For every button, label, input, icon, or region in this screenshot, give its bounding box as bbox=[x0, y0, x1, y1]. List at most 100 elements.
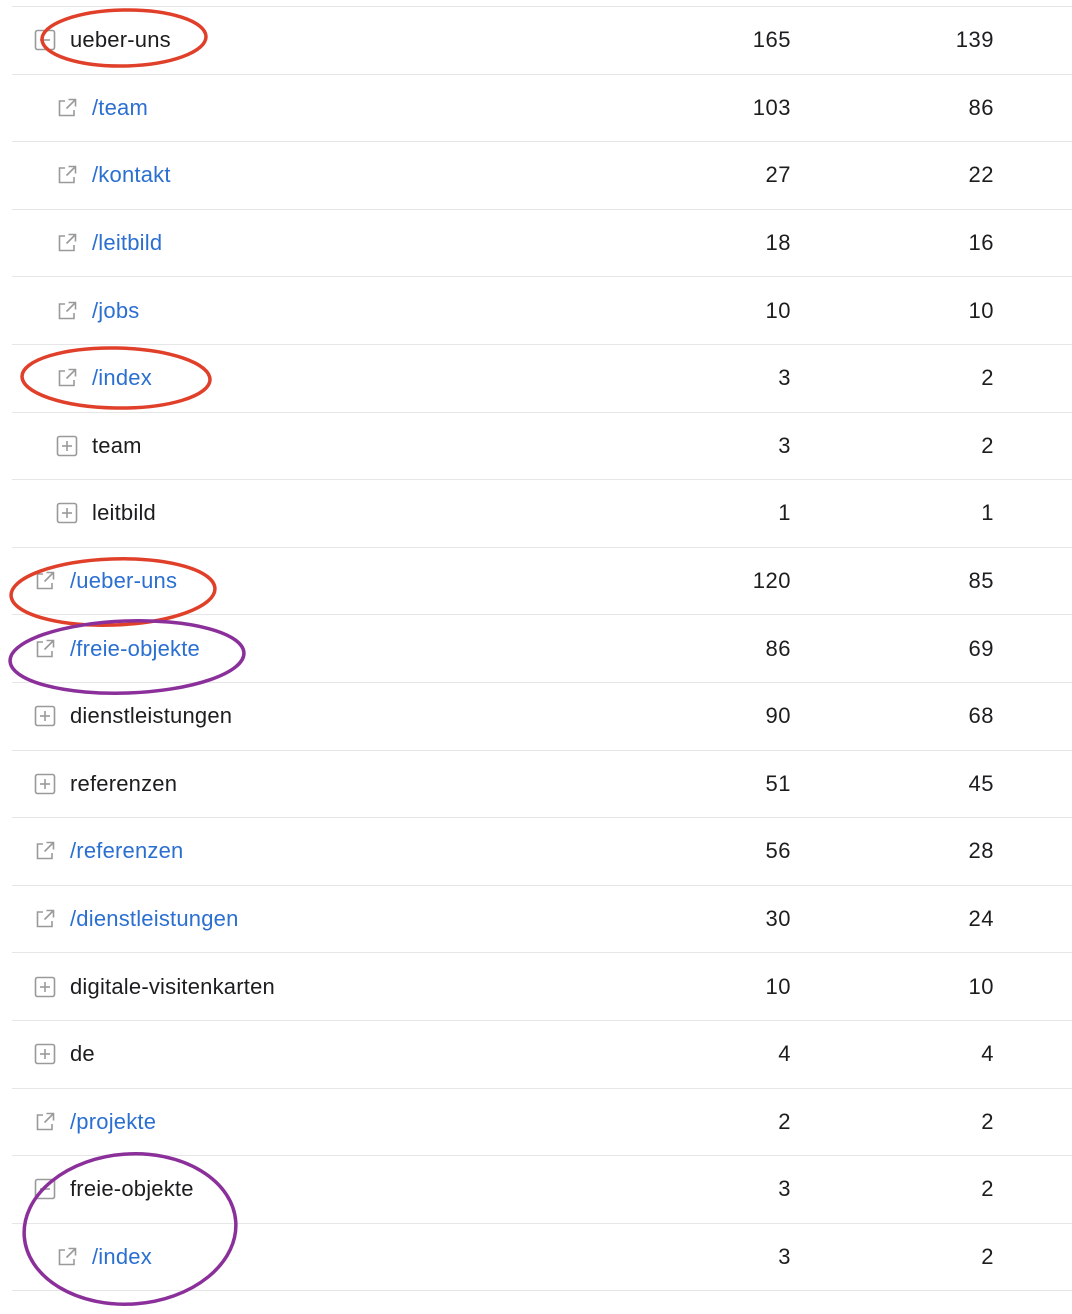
expand-icon[interactable] bbox=[34, 976, 56, 998]
row-value-1: 4 bbox=[778, 1041, 791, 1067]
table-row[interactable]: /freie-objekte 86 69 bbox=[12, 615, 1072, 683]
row-name[interactable]: /referenzen bbox=[34, 818, 184, 885]
row-link[interactable]: /index bbox=[92, 1244, 152, 1270]
table-row[interactable]: /kontakt 27 22 bbox=[12, 142, 1072, 210]
row-name[interactable]: /index bbox=[56, 345, 152, 412]
external-link-icon[interactable] bbox=[56, 232, 78, 254]
collapse-icon[interactable] bbox=[34, 1178, 56, 1200]
row-link[interactable]: /ueber-uns bbox=[70, 568, 177, 594]
row-value-2: 4 bbox=[981, 1041, 994, 1067]
table-row[interactable]: /projekte 2 2 bbox=[12, 1089, 1072, 1157]
row-name[interactable]: de bbox=[34, 1021, 95, 1088]
row-link[interactable]: /projekte bbox=[70, 1109, 156, 1135]
row-value-1: 30 bbox=[765, 906, 791, 932]
row-value-2: 69 bbox=[968, 635, 994, 661]
external-link-icon[interactable] bbox=[56, 300, 78, 322]
row-label[interactable]: team bbox=[92, 433, 142, 459]
row-value-2: 85 bbox=[968, 568, 994, 594]
table-row[interactable]: /leitbild 18 16 bbox=[12, 210, 1072, 278]
expand-icon[interactable] bbox=[34, 773, 56, 795]
row-value-2: 86 bbox=[968, 94, 994, 120]
external-link-icon[interactable] bbox=[56, 97, 78, 119]
row-name[interactable]: /jobs bbox=[56, 277, 139, 344]
row-value-2: 2 bbox=[981, 1176, 994, 1202]
expand-icon[interactable] bbox=[56, 435, 78, 457]
row-name[interactable]: leitbild bbox=[56, 480, 156, 547]
table-row[interactable]: /jobs 10 10 bbox=[12, 277, 1072, 345]
row-value-1: 51 bbox=[765, 770, 791, 796]
collapse-icon[interactable] bbox=[34, 29, 56, 51]
external-link-icon[interactable] bbox=[34, 908, 56, 930]
table-row[interactable]: de 4 4 bbox=[12, 1021, 1072, 1089]
row-name[interactable]: /freie-objekte bbox=[34, 615, 200, 682]
row-link[interactable]: /freie-objekte bbox=[70, 636, 200, 662]
table-row[interactable]: /dienstleistungen 30 24 bbox=[12, 886, 1072, 954]
table-row[interactable]: /referenzen 56 28 bbox=[12, 818, 1072, 886]
external-link-icon[interactable] bbox=[56, 1246, 78, 1268]
row-link[interactable]: /leitbild bbox=[92, 230, 162, 256]
row-value-1: 18 bbox=[765, 230, 791, 256]
table-row[interactable]: digitale-visitenkarten 10 10 bbox=[12, 953, 1072, 1021]
row-name[interactable]: /ueber-uns bbox=[34, 548, 177, 615]
table-row[interactable]: ueber-uns 165 139 bbox=[12, 7, 1072, 75]
row-name[interactable]: /index bbox=[56, 1224, 152, 1291]
row-name[interactable]: /dienstleistungen bbox=[34, 886, 239, 953]
row-value-1: 165 bbox=[752, 27, 791, 53]
row-value-2: 139 bbox=[955, 27, 994, 53]
table-row[interactable]: dienstleistungen 90 68 bbox=[12, 683, 1072, 751]
row-name[interactable]: /kontakt bbox=[56, 142, 171, 209]
row-label[interactable]: digitale-visitenkarten bbox=[70, 974, 275, 1000]
row-value-1: 56 bbox=[765, 838, 791, 864]
table-row[interactable]: team 3 2 bbox=[12, 413, 1072, 481]
expand-icon[interactable] bbox=[34, 705, 56, 727]
row-name[interactable]: /projekte bbox=[34, 1089, 156, 1156]
external-link-icon[interactable] bbox=[56, 164, 78, 186]
row-value-2: 1 bbox=[981, 500, 994, 526]
row-name[interactable]: /team bbox=[56, 75, 148, 142]
external-link-icon[interactable] bbox=[34, 638, 56, 660]
row-value-1: 3 bbox=[778, 1176, 791, 1202]
table-row[interactable]: /index 3 2 bbox=[12, 345, 1072, 413]
row-label[interactable]: leitbild bbox=[92, 500, 156, 526]
row-name[interactable]: freie-objekte bbox=[34, 1156, 194, 1223]
row-link[interactable]: /team bbox=[92, 95, 148, 121]
table-row[interactable]: freie-objekte 3 2 bbox=[12, 1156, 1072, 1224]
row-link[interactable]: /kontakt bbox=[92, 162, 171, 188]
expand-icon[interactable] bbox=[56, 502, 78, 524]
row-value-1: 120 bbox=[752, 568, 791, 594]
external-link-icon[interactable] bbox=[34, 840, 56, 862]
row-value-2: 24 bbox=[968, 906, 994, 932]
external-link-icon[interactable] bbox=[56, 367, 78, 389]
row-link[interactable]: /index bbox=[92, 365, 152, 391]
row-label[interactable]: referenzen bbox=[70, 771, 177, 797]
row-link[interactable]: /jobs bbox=[92, 298, 139, 324]
row-link[interactable]: /referenzen bbox=[70, 838, 184, 864]
row-value-1: 3 bbox=[778, 1243, 791, 1269]
row-name[interactable]: ueber-uns bbox=[34, 7, 171, 74]
table-row[interactable]: /ueber-uns 120 85 bbox=[12, 548, 1072, 616]
table-row[interactable]: /index 3 2 bbox=[12, 1224, 1072, 1292]
row-value-1: 2 bbox=[778, 1108, 791, 1134]
row-label[interactable]: ueber-uns bbox=[70, 27, 171, 53]
row-label[interactable]: de bbox=[70, 1041, 95, 1067]
expand-icon[interactable] bbox=[34, 1043, 56, 1065]
row-name[interactable]: team bbox=[56, 413, 142, 480]
table-row[interactable]: referenzen 51 45 bbox=[12, 751, 1072, 819]
row-name[interactable]: referenzen bbox=[34, 751, 177, 818]
row-name[interactable]: dienstleistungen bbox=[34, 683, 232, 750]
table-row[interactable]: /team 103 86 bbox=[12, 75, 1072, 143]
row-label[interactable]: freie-objekte bbox=[70, 1176, 194, 1202]
external-link-icon[interactable] bbox=[34, 1111, 56, 1133]
row-name[interactable]: /leitbild bbox=[56, 210, 162, 277]
row-value-2: 10 bbox=[968, 297, 994, 323]
table-row[interactable]: leitbild 1 1 bbox=[12, 480, 1072, 548]
row-label[interactable]: dienstleistungen bbox=[70, 703, 232, 729]
row-link[interactable]: /dienstleistungen bbox=[70, 906, 239, 932]
external-link-icon[interactable] bbox=[34, 570, 56, 592]
row-value-2: 2 bbox=[981, 432, 994, 458]
row-name[interactable]: digitale-visitenkarten bbox=[34, 953, 275, 1020]
row-value-1: 10 bbox=[765, 297, 791, 323]
row-value-1: 90 bbox=[765, 703, 791, 729]
row-value-1: 3 bbox=[778, 365, 791, 391]
row-value-2: 2 bbox=[981, 1243, 994, 1269]
